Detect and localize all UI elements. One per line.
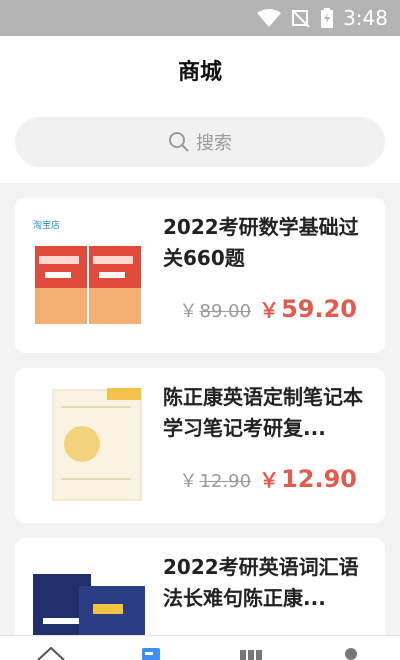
- old-price-currency: ￥: [179, 471, 198, 492]
- product-name: 2022考研英语词汇语法长难句陈正康...: [163, 555, 359, 610]
- new-price: 12.90: [281, 465, 357, 493]
- product-image: [27, 386, 149, 504]
- product-card[interactable]: 陈正康英语定制笔记本学习笔记考研复... ￥ 12.90 ￥ 12.90: [15, 368, 385, 523]
- bottom-tab-bar: [0, 635, 400, 660]
- status-icons: [257, 8, 334, 28]
- price-row: ￥ 12.90 ￥ 12.90: [180, 464, 357, 493]
- profile-icon[interactable]: [336, 642, 366, 660]
- search-placeholder: 搜索: [196, 133, 232, 154]
- old-price: 89.00: [199, 301, 252, 322]
- new-price-currency: ￥: [259, 298, 280, 322]
- product-image: 淘宝店: [27, 216, 149, 334]
- no-signal-icon: [292, 10, 310, 27]
- store-icon[interactable]: [136, 642, 166, 660]
- search-bar[interactable]: 搜索: [15, 117, 385, 167]
- books-icon[interactable]: [236, 642, 266, 660]
- page-title: 商城: [177, 60, 222, 85]
- product-card[interactable]: 2022考研英语词汇语法长难句陈正康...: [15, 538, 385, 648]
- product-card[interactable]: 淘宝店 2022考研数学基础过关660题 ￥ 89.00 ￥ 59.20: [15, 198, 385, 353]
- status-bar: 3:48: [0, 0, 400, 36]
- price-row: ￥ 89.00 ￥ 59.20: [180, 294, 357, 323]
- svg-text:淘宝店: 淘宝店: [33, 219, 60, 231]
- battery-icon: [321, 8, 334, 28]
- old-price-currency: ￥: [179, 301, 198, 322]
- new-price-currency: ￥: [259, 468, 280, 492]
- old-price: 12.90: [199, 471, 252, 492]
- search-icon: [169, 132, 189, 152]
- product-name: 2022考研数学基础过关660题: [163, 215, 359, 270]
- wifi-icon: [257, 9, 282, 27]
- status-time: 3:48: [343, 6, 388, 30]
- home-icon[interactable]: [36, 642, 66, 660]
- product-name: 陈正康英语定制笔记本学习笔记考研复...: [163, 385, 363, 440]
- new-price: 59.20: [281, 295, 357, 323]
